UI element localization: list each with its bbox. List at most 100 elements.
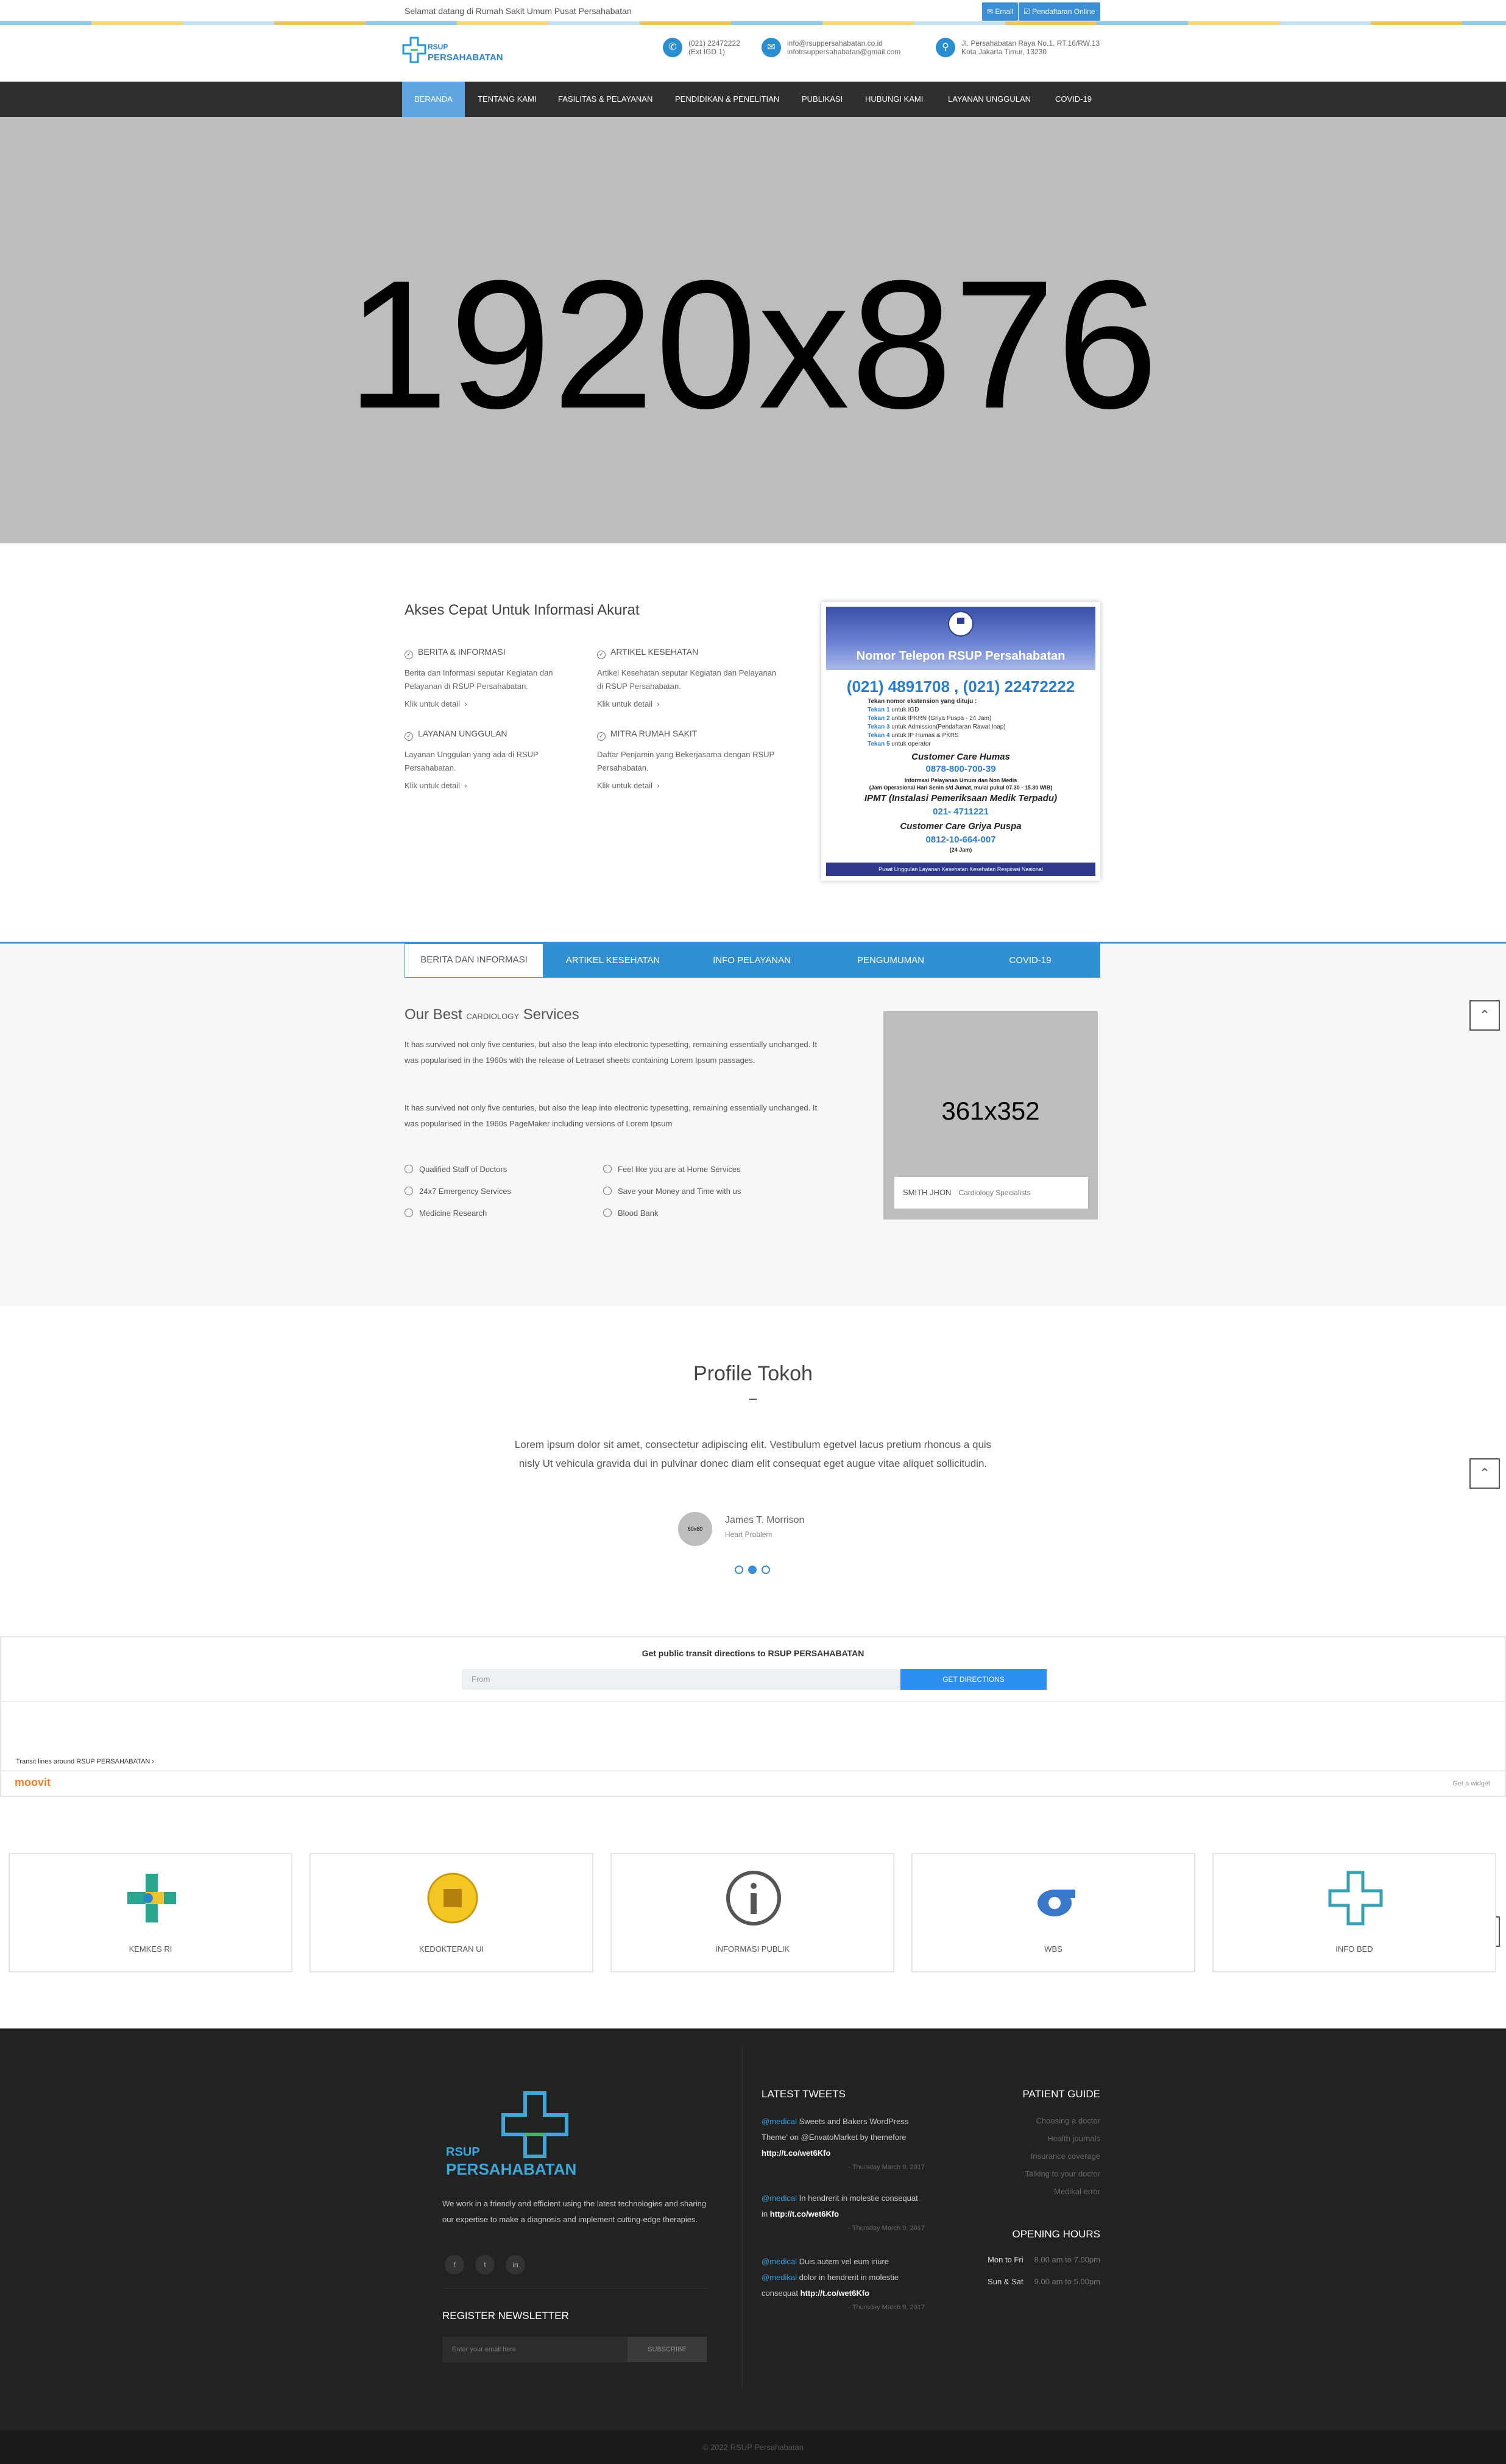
check-circle-icon (405, 1209, 413, 1217)
whistle-icon (1038, 1890, 1075, 1916)
nav-item-tentang-kami[interactable]: TENTANG KAMI (465, 82, 549, 117)
tweet-handle[interactable]: @medical (762, 2194, 797, 2203)
linkedin-icon[interactable]: in (506, 2255, 525, 2275)
guide-link[interactable]: Talking to your doctor (1025, 2169, 1100, 2178)
guide-link[interactable]: Medikal error (1054, 2187, 1100, 2196)
quick-item-link[interactable]: Klik untuk detail › (597, 781, 780, 790)
email-address[interactable]: info@rsuppersahabatan.co.id infotrsuppers… (787, 39, 900, 56)
doctor-card: SMITH JHON Cardiology Specialists (894, 1177, 1088, 1209)
tweet-link[interactable]: http://t.co/wet6Kfo (801, 2289, 869, 2298)
nav-item-covid[interactable]: COVID-19 (1043, 82, 1104, 117)
guide-link[interactable]: Health journals (1047, 2134, 1100, 2143)
poster-intro: Tekan nomor ekstension yang dituju : (868, 698, 977, 705)
link-label: WBS (1044, 1944, 1062, 1954)
email-button[interactable]: ✉ Email (982, 2, 1019, 21)
quick-item-link[interactable]: Klik untuk detail › (597, 699, 780, 708)
carousel-dot[interactable] (735, 1566, 743, 1574)
get-widget-link[interactable]: Get a widget (1452, 1780, 1490, 1787)
hero-placeholder-text: 1920x876 (347, 242, 1159, 447)
nav-item-layanan-unggulan[interactable]: LAYANAN UNGGULAN (936, 82, 1043, 117)
check-circle-icon: ✓ (405, 651, 413, 659)
decorative-stripe (0, 21, 1506, 25)
poster-footer: Pusat Unggulan Layanan Kesehatan Kesehat… (826, 863, 1095, 876)
poster-ext-4: Tekan 4 untuk IP Humas & PKRS (868, 732, 959, 739)
nav-item-pendidikan[interactable]: PENDIDIKAN & PENELITIAN (663, 82, 791, 117)
guide-link[interactable]: Choosing a doctor (1036, 2116, 1100, 2125)
transit-from-input[interactable]: From (462, 1669, 900, 1690)
subscribe-button[interactable]: SUBSCRIBE (628, 2337, 707, 2362)
guide-link[interactable]: Insurance coverage (1031, 2152, 1100, 2161)
logo-text-rsup: RSUP (428, 43, 448, 51)
testimonial-quote: Lorem ipsum dolor sit amet, consectetur … (514, 1439, 992, 1469)
poster-ext-5: Tekan 5 untuk operator (868, 741, 931, 747)
poster-logo-icon (826, 610, 1095, 640)
logo-text-name: PERSAHABATAN (428, 52, 503, 63)
link-kemkes[interactable]: KEMKES RI (9, 1853, 292, 1972)
back-to-top-button[interactable]: ⌃ (1469, 1458, 1500, 1489)
quick-access-title: Akses Cepat Untuk Informasi Akurat (405, 602, 640, 618)
tweet-handle[interactable]: @medikal (762, 2273, 797, 2282)
link-wbs[interactable]: WBS (911, 1853, 1195, 1972)
poster-phone: (021) 4891708 , (021) 22472222 (846, 677, 1075, 696)
site-logo[interactable]: RSUP PERSAHABATAN (402, 37, 503, 67)
welcome-text: Selamat datang di Rumah Sakit Umum Pusat… (405, 6, 632, 16)
nav-item-fasilitas[interactable]: FASILITAS & PELAYANAN (546, 82, 665, 117)
nav-item-publikasi[interactable]: PUBLIKASI (790, 82, 855, 117)
title-divider (749, 1399, 757, 1400)
link-info-bed[interactable]: INFO BED (1212, 1853, 1496, 1972)
check-circle-icon: ✓ (405, 732, 413, 741)
tab-info-pelayanan[interactable]: INFO PELAYANAN (682, 944, 821, 978)
content-tabs: BERITA DAN INFORMASI ARTIKEL KESEHATAN I… (405, 944, 1100, 978)
moovit-logo[interactable]: moovit (15, 1776, 51, 1789)
tab-pengumuman[interactable]: PENGUMUMAN (821, 944, 960, 978)
newsletter-title: REGISTER NEWSLETTER (442, 2310, 569, 2321)
online-registration-button[interactable]: ☑ Pendaftaran Online (1019, 2, 1100, 21)
phone-info-poster[interactable]: Nomor Telepon RSUP Persahabatan (021) 48… (821, 602, 1100, 881)
link-informasi-publik[interactable]: INFORMASI PUBLIK (610, 1853, 894, 1972)
newsletter-email-input[interactable]: Enter your email here (442, 2337, 628, 2362)
quick-item-link[interactable]: Klik untuk detail › (405, 699, 587, 708)
back-to-top-button[interactable]: ⌃ (1469, 1000, 1500, 1031)
nav-item-beranda[interactable]: BERANDA (402, 82, 465, 117)
tweet-item: @medical Duis autem vel eum iriure @medik… (762, 2254, 925, 2314)
check-circle-icon (603, 1209, 612, 1217)
poster-ipmt-number: 021- 4711221 (933, 807, 989, 817)
footer-logo-cross-icon (501, 2091, 568, 2158)
hero-slider[interactable]: 1920x876 (0, 117, 1506, 543)
link-label: KEMKES RI (129, 1944, 172, 1954)
tab-artikel[interactable]: ARTIKEL KESEHATAN (543, 944, 682, 978)
link-label: INFORMASI PUBLIK (715, 1944, 790, 1954)
phone-icon: ✆ (663, 38, 682, 57)
quick-item-berita: ✓ BERITA & INFORMASI Berita dan Informasi… (405, 647, 587, 708)
facebook-icon[interactable]: f (445, 2255, 464, 2275)
get-directions-button[interactable]: GET DIRECTIONS (900, 1669, 1047, 1690)
doctor-placeholder-text: 361x352 (941, 1096, 1040, 1125)
check-circle-icon (405, 1165, 413, 1173)
tweet-date: - Thursday March 9, 2017 (848, 2225, 925, 2232)
divider (1, 1770, 1505, 1771)
patient-guide-title: PATIENT GUIDE (1022, 2088, 1100, 2100)
quick-item-desc: Layanan Unggulan yang ada di RSUP Persah… (405, 750, 539, 772)
tweet-date: - Thursday March 9, 2017 (848, 2164, 925, 2171)
tweet-handle[interactable]: @medical (762, 2117, 797, 2126)
profile-title: Profile Tokoh (693, 1362, 813, 1385)
twitter-icon[interactable]: t (475, 2255, 495, 2275)
poster-griya-hours: (24 Jam) (949, 847, 972, 853)
poster-cc-humas-number: 0878-800-700-39 (925, 764, 996, 774)
latest-tweets-title: LATEST TWEETS (762, 2088, 846, 2100)
feature-item: Save your Money and Time with us (603, 1187, 741, 1196)
nav-item-hubungi-kami[interactable]: HUBUNGI KAMI (853, 82, 935, 117)
footer-about: We work in a friendly and efficient usin… (442, 2199, 707, 2224)
quick-item-link[interactable]: Klik untuk detail › (405, 781, 587, 790)
tweet-link[interactable]: http://t.co/wet6Kfo (762, 2148, 830, 2158)
tab-covid[interactable]: COVID-19 (960, 944, 1100, 978)
link-kedokteran-ui[interactable]: KEDOKTERAN UI (309, 1853, 593, 1972)
link-label: INFO BED (1335, 1944, 1373, 1954)
tweet-handle[interactable]: @medical (762, 2257, 797, 2266)
transit-lines-link[interactable]: Transit lines around RSUP PERSAHABATAN › (16, 1758, 154, 1765)
tab-berita[interactable]: BERITA DAN INFORMASI (405, 944, 543, 978)
check-circle-icon: ✓ (597, 651, 606, 659)
carousel-dot-active[interactable] (748, 1566, 757, 1574)
carousel-dot[interactable] (762, 1566, 770, 1574)
tweet-link[interactable]: http://t.co/wet6Kfo (770, 2209, 839, 2219)
